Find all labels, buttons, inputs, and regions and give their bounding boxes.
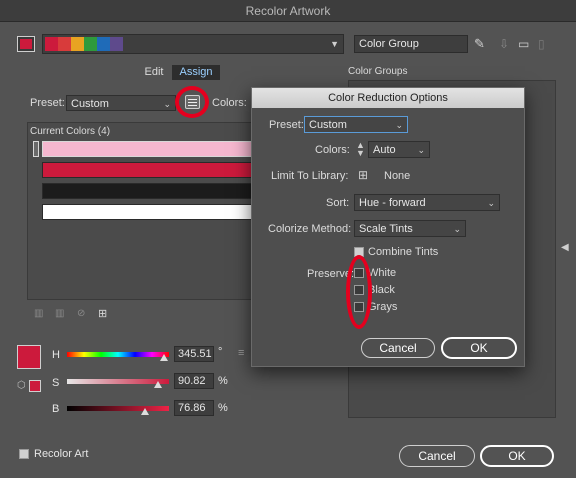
group-swatch[interactable] xyxy=(84,37,97,51)
current-colors-label: Current Colors (4) xyxy=(30,126,111,137)
dialog-colors-label: Colors: xyxy=(315,144,350,156)
chevron-down-icon: ⌄ xyxy=(487,198,495,208)
merge-colors-icon[interactable]: ▥ xyxy=(34,308,43,319)
menu-icon[interactable]: ≡ xyxy=(238,347,244,359)
brightness-slider[interactable] xyxy=(67,406,169,415)
group-swatch[interactable] xyxy=(97,37,110,51)
preserve-highlight-ring xyxy=(346,255,372,329)
dialog-cancel-button[interactable]: Cancel xyxy=(361,338,435,358)
color-group-swatches xyxy=(45,37,123,51)
main-ok-button[interactable]: OK xyxy=(480,445,554,467)
h-unit: ° xyxy=(218,346,223,358)
folder-icon[interactable]: ▭ xyxy=(518,37,532,51)
current-colors-list xyxy=(33,141,253,223)
active-artwork-swatch[interactable] xyxy=(17,36,35,52)
dialog-library-label: Limit To Library: xyxy=(271,170,349,182)
window-title: Recolor Artwork xyxy=(0,0,576,22)
recolor-art-label: Recolor Art xyxy=(34,448,89,460)
hue-slider-thumb[interactable] xyxy=(160,354,168,361)
chevron-down-icon: ⌄ xyxy=(453,224,461,234)
group-swatch[interactable] xyxy=(110,37,123,51)
b-unit: % xyxy=(218,402,228,414)
s-value: 90.82 xyxy=(178,375,206,387)
preserve-grays-label: Grays xyxy=(368,301,398,313)
preset-select[interactable]: Custom ⌄ xyxy=(66,95,176,111)
b-label: B xyxy=(52,403,60,415)
preserve-black-label: Black xyxy=(368,284,395,296)
cube-icon[interactable]: ⬡ xyxy=(17,380,26,391)
recolor-art-checkbox[interactable] xyxy=(19,449,29,459)
group-swatch[interactable] xyxy=(45,37,58,51)
dialog-sort-select[interactable]: Hue - forward ⌄ xyxy=(354,194,500,211)
library-grid-icon[interactable]: ⊞ xyxy=(358,168,368,182)
group-swatch[interactable] xyxy=(58,37,71,51)
group-swatch[interactable] xyxy=(71,37,84,51)
dialog-colorize-value: Scale Tints xyxy=(359,223,413,235)
new-row-icon[interactable]: ⊞ xyxy=(98,307,107,320)
chevron-down-icon[interactable]: ▼ xyxy=(330,39,339,49)
active-artwork-swatch-fill xyxy=(20,39,32,49)
current-color-row[interactable] xyxy=(42,162,253,178)
row-selected-handle[interactable] xyxy=(33,141,39,157)
brightness-slider-thumb[interactable] xyxy=(141,408,149,415)
eyedropper-icon[interactable]: ✎ xyxy=(474,36,488,52)
preset-label: Preset: xyxy=(30,97,65,109)
color-group-strip[interactable]: ▼ xyxy=(42,34,344,54)
b-value: 76.86 xyxy=(178,402,206,414)
dialog-colors-value: Auto xyxy=(373,144,396,156)
color-group-name-input[interactable]: Color Group xyxy=(354,35,468,53)
dialog-colorize-select[interactable]: Scale Tints ⌄ xyxy=(354,220,466,237)
chevron-down-icon: ⌄ xyxy=(163,99,171,109)
exclude-colors-icon[interactable]: ⊘ xyxy=(77,308,85,319)
tab-assign[interactable]: Assign xyxy=(172,65,220,80)
trash-icon[interactable]: ▯ xyxy=(538,37,552,51)
color-groups-label: Color Groups xyxy=(348,66,408,77)
saturation-slider-thumb[interactable] xyxy=(154,381,162,388)
color-group-name: Color Group xyxy=(359,38,419,50)
colors-label: Colors: xyxy=(212,97,247,109)
tab-edit[interactable]: Edit xyxy=(137,65,171,80)
dialog-library-value: None xyxy=(384,170,411,182)
active-color-swatch[interactable] xyxy=(17,345,41,369)
s-label: S xyxy=(52,377,60,389)
s-value-field[interactable]: 90.82 xyxy=(174,373,214,389)
dialog-ok-button[interactable]: OK xyxy=(441,337,517,359)
s-unit: % xyxy=(218,375,228,387)
dialog-sort-label: Sort: xyxy=(326,197,350,209)
combine-tints-label: Combine Tints xyxy=(368,246,439,258)
dialog-colorize-label: Colorize Method: xyxy=(268,223,352,235)
colors-stepper-icon[interactable]: ▲ ▼ xyxy=(356,141,365,158)
dialog-preset-value: Custom xyxy=(309,119,347,131)
dialog-preset-label: Preset: xyxy=(269,119,304,131)
hue-slider[interactable] xyxy=(67,352,169,361)
dialog-colors-select[interactable]: Auto ⌄ xyxy=(368,141,430,158)
dialog-title: Color Reduction Options xyxy=(252,88,524,108)
chevron-down-icon: ⌄ xyxy=(417,145,425,155)
preset-value: Custom xyxy=(71,98,109,110)
current-color-row[interactable] xyxy=(42,141,253,157)
small-color-swatch[interactable] xyxy=(29,380,41,392)
highlight-ring xyxy=(175,86,209,118)
color-reduction-dialog: Color Reduction Options Preset: Custom ⌄… xyxy=(251,87,525,367)
preserve-white-label: White xyxy=(368,267,397,279)
b-value-field[interactable]: 76.86 xyxy=(174,400,214,416)
main-cancel-button[interactable]: Cancel xyxy=(399,445,475,467)
dialog-preset-select[interactable]: Custom ⌄ xyxy=(304,116,408,133)
current-color-row[interactable] xyxy=(42,204,253,220)
chevron-down-icon: ⌄ xyxy=(395,120,403,130)
side-arrow-icon[interactable]: ◀ xyxy=(561,242,569,253)
h-value-field[interactable]: 345.51 xyxy=(174,346,214,362)
saturation-slider[interactable] xyxy=(67,379,169,388)
save-group-icon[interactable]: ⇩ xyxy=(499,37,513,51)
current-color-row[interactable] xyxy=(42,183,253,199)
separate-colors-icon[interactable]: ▥ xyxy=(55,308,64,319)
h-label: H xyxy=(52,349,60,361)
h-value: 345.51 xyxy=(178,348,212,360)
dialog-sort-value: Hue - forward xyxy=(359,197,426,209)
